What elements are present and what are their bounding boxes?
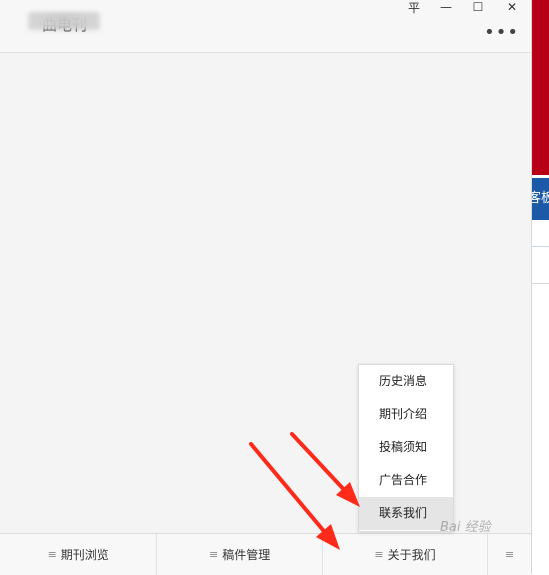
arrow-icon	[290, 432, 360, 507]
red-arrow-annotations	[249, 432, 360, 550]
arrow-icon	[249, 442, 340, 550]
watermark: Bai 经验	[440, 520, 491, 535]
